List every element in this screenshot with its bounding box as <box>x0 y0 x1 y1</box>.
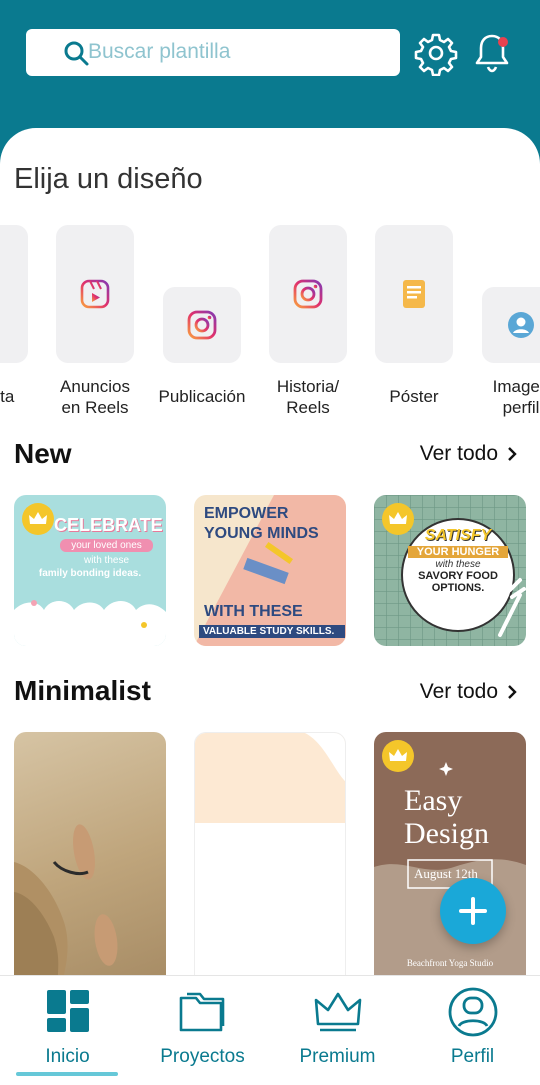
card-text-line: OPTIONS. <box>431 582 485 594</box>
nav-item-home[interactable]: Inicio <box>0 986 135 1076</box>
template-card[interactable]: CELEBRATE your loved ones with these fam… <box>14 495 166 646</box>
search-input[interactable] <box>88 37 388 67</box>
premium-crown-icon <box>382 740 414 772</box>
see-all-new-link[interactable]: Ver todo <box>420 442 518 466</box>
card-text-line: YOUNG MINDS <box>204 525 319 542</box>
gear-icon[interactable] <box>413 30 459 76</box>
notification-dot <box>498 37 508 47</box>
premium-crown-icon <box>22 503 54 535</box>
card-text-line: Beachfront Yoga Studio <box>406 958 494 968</box>
card-text-line: SATISFY <box>424 527 492 544</box>
template-card[interactable]: SATISFY YOUR HUNGER with these SAVORY FO… <box>374 495 526 646</box>
card-text-line: WITH THESE <box>204 603 303 620</box>
beach-photo-image <box>14 824 118 976</box>
crown-icon <box>314 992 361 1032</box>
profile-icon <box>448 987 497 1037</box>
card-text-line: with these <box>435 559 481 570</box>
card-text-line: YOUR HUNGER <box>408 546 508 558</box>
page-title: Elija un diseño <box>14 163 203 195</box>
card-text-line: with these <box>83 555 130 566</box>
nav-item-projects[interactable]: Proyectos <box>135 986 270 1076</box>
nav-label: Perfil <box>450 1046 495 1067</box>
bottom-nav: Inicio Proyectos Premium Perfil <box>0 975 540 1085</box>
section-title-new: New <box>14 438 72 469</box>
see-all-label: Ver todo <box>419 680 498 703</box>
card-text-line: family bonding ideas. <box>38 568 142 579</box>
card-text-line: EMPOWER <box>204 505 289 522</box>
card-text-line: CELEBRATE <box>54 515 163 535</box>
chevron-right-icon <box>508 447 517 461</box>
profile-avatar-icon <box>508 312 534 338</box>
see-all-minimalist-link[interactable]: Ver todo <box>420 680 518 704</box>
template-card[interactable]: Easy Design August 12th Beachfront Yoga … <box>374 732 526 976</box>
folder-icon <box>179 992 224 1032</box>
nav-label: Inicio <box>45 1046 90 1067</box>
card-text-line: your loved ones <box>60 539 153 552</box>
app-header <box>0 0 540 140</box>
poster-icon <box>403 280 425 308</box>
bell-icon[interactable] <box>469 30 515 76</box>
create-fab-button[interactable] <box>440 878 506 944</box>
nav-label: Proyectos <box>160 1046 245 1067</box>
card-text-line: VALUABLE STUDY SKILLS. <box>199 625 345 638</box>
home-grid-icon <box>46 990 89 1032</box>
card-text-line: Design <box>404 817 489 850</box>
template-card[interactable] <box>194 732 346 976</box>
see-all-label: Ver todo <box>419 442 498 465</box>
nav-label: Premium <box>299 1046 376 1067</box>
nav-item-premium[interactable]: Premium <box>270 986 405 1076</box>
active-tab-indicator <box>16 1072 118 1076</box>
card-text-line: SAVORY FOOD <box>418 570 498 582</box>
chevron-right-icon <box>508 685 517 699</box>
template-card[interactable]: EMPOWER YOUNG MINDS WITH THESE VALUABLE … <box>194 495 346 646</box>
section-title-minimalist: Minimalist <box>14 675 151 706</box>
search-bar[interactable] <box>26 29 400 76</box>
card-text-line: Easy <box>404 784 463 817</box>
instagram-icon <box>293 279 323 309</box>
template-card[interactable] <box>14 732 166 976</box>
nav-item-profile[interactable]: Perfil <box>405 986 540 1076</box>
plus-icon <box>459 897 487 925</box>
peach-shape-art <box>195 733 345 823</box>
reels-icon <box>80 279 110 309</box>
instagram-icon <box>187 310 217 340</box>
